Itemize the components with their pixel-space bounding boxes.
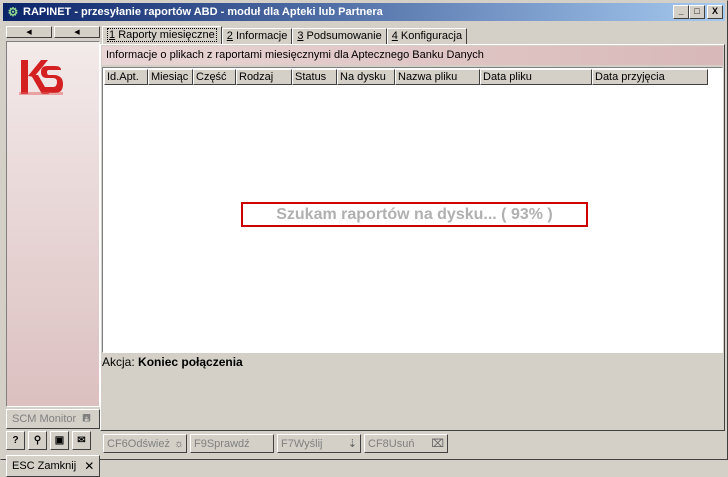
arrow-left-icon: ◀ xyxy=(74,29,80,36)
mail-icon: ✉ xyxy=(77,435,86,446)
tab-informacje[interactable]: 2 Informacje xyxy=(221,28,293,45)
left-panel: ◀ ◀ SCM Monitor 🖪 ? ⚲ ▣ ✉ ESC Zamknij ✕ xyxy=(5,25,100,477)
send-button[interactable]: F7 Wyślij ⇣ xyxy=(277,434,361,453)
search-progress-message: Szukam raportów na dysku... ( 93% ) xyxy=(241,202,588,227)
action-status: Akcja: Koniec połączenia xyxy=(102,355,243,369)
button-label: Usuń xyxy=(388,437,415,450)
close-button[interactable]: X xyxy=(707,5,723,19)
tab-raporty[interactable]: 1 Raporty miesięczne xyxy=(102,26,222,45)
close-x-icon: ✕ xyxy=(84,459,95,473)
column-header[interactable]: Rodzaj xyxy=(236,69,292,85)
image-icon: ▣ xyxy=(54,435,65,446)
help-icon: ? xyxy=(12,435,19,446)
esc-close-button[interactable]: ESC Zamknij ✕ xyxy=(6,455,100,477)
function-buttons: CF6 Odśwież ☼ F9 Sprawdź F7 Wyślij ⇣ CF8 Usu… xyxy=(103,434,448,453)
key-label: F7 xyxy=(281,437,294,450)
window-title: RAPINET - przesyłanie raportów ABD - mod… xyxy=(23,6,383,18)
column-header[interactable]: Miesiąc xyxy=(148,69,193,85)
key-label: CF6 xyxy=(107,437,128,450)
column-header[interactable]: Data pliku xyxy=(480,69,592,85)
image-button[interactable]: ▣ xyxy=(50,431,69,450)
delete-icon: ⌧ xyxy=(431,438,444,450)
button-label: Odśwież xyxy=(127,437,170,450)
title-bar[interactable]: ⚙ RAPINET - przesyłanie raportów ABD - m… xyxy=(3,3,725,21)
sun-icon: ☼ xyxy=(173,437,185,450)
scm-monitor-label: SCM Monitor xyxy=(12,413,77,425)
logo-panel xyxy=(6,41,100,407)
tab-bar: 1 Raporty miesięczne 2 Informacje 3 Pods… xyxy=(102,26,468,45)
column-header[interactable]: Nazwa pliku xyxy=(395,69,480,85)
key-label: CF8 xyxy=(368,437,389,450)
search-icon: ⚲ xyxy=(33,435,42,446)
reports-grid[interactable]: Id.Apt. Miesiąc Część Rodzaj Status Na d… xyxy=(102,67,723,353)
maximize-button[interactable]: □ xyxy=(689,5,705,19)
column-header[interactable]: Status xyxy=(292,69,337,85)
minimize-button[interactable]: _ xyxy=(673,5,689,19)
column-header[interactable]: Na dysku xyxy=(337,69,395,85)
monitor-icon: 🖪 xyxy=(82,412,91,424)
delete-button[interactable]: CF8 Usuń ⌧ xyxy=(364,434,448,453)
nav-next-button[interactable]: ◀ xyxy=(54,26,100,38)
refresh-button[interactable]: CF6 Odśwież ☼ xyxy=(103,434,187,453)
tab-konfiguracja[interactable]: 4 Konfiguracja xyxy=(386,28,468,45)
ks-logo xyxy=(19,60,63,95)
check-button[interactable]: F9 Sprawdź xyxy=(190,434,274,453)
action-label: Akcja: xyxy=(102,355,135,369)
mail-button[interactable]: ✉ xyxy=(72,431,91,450)
key-label: F9 xyxy=(194,437,207,450)
column-header[interactable]: Id.Apt. xyxy=(104,69,148,85)
app-icon: ⚙ xyxy=(7,5,19,19)
column-header[interactable]: Data przyjęcia xyxy=(592,69,708,85)
tab-label: Informacje xyxy=(235,30,288,42)
help-button[interactable]: ? xyxy=(6,431,25,450)
esc-close-label: ESC Zamknij xyxy=(12,460,77,472)
tab-content: Informacje o plikach z raportami miesięc… xyxy=(100,44,725,431)
action-value: Koniec połączenia xyxy=(138,355,243,369)
info-text: Informacje o plikach z raportami miesięc… xyxy=(102,46,723,65)
tab-podsumowanie[interactable]: 3 Podsumowanie xyxy=(292,28,387,45)
button-label: Sprawdź xyxy=(206,437,250,450)
grid-header: Id.Apt. Miesiąc Część Rodzaj Status Na d… xyxy=(104,69,708,85)
button-label: Wyślij xyxy=(293,437,323,450)
app-window: ⚙ RAPINET - przesyłanie raportów ABD - m… xyxy=(0,0,728,477)
search-button[interactable]: ⚲ xyxy=(28,431,47,450)
send-icon: ⇣ xyxy=(347,438,357,450)
tab-label: Podsumowanie xyxy=(306,30,382,42)
column-header[interactable]: Część xyxy=(193,69,236,85)
tab-label: Konfiguracja xyxy=(400,30,463,42)
arrow-left-icon: ◀ xyxy=(26,29,32,36)
nav-prev-button[interactable]: ◀ xyxy=(6,26,52,38)
tab-label: Raporty miesięczne xyxy=(118,29,215,41)
scm-monitor-button[interactable]: SCM Monitor 🖪 xyxy=(6,409,100,429)
